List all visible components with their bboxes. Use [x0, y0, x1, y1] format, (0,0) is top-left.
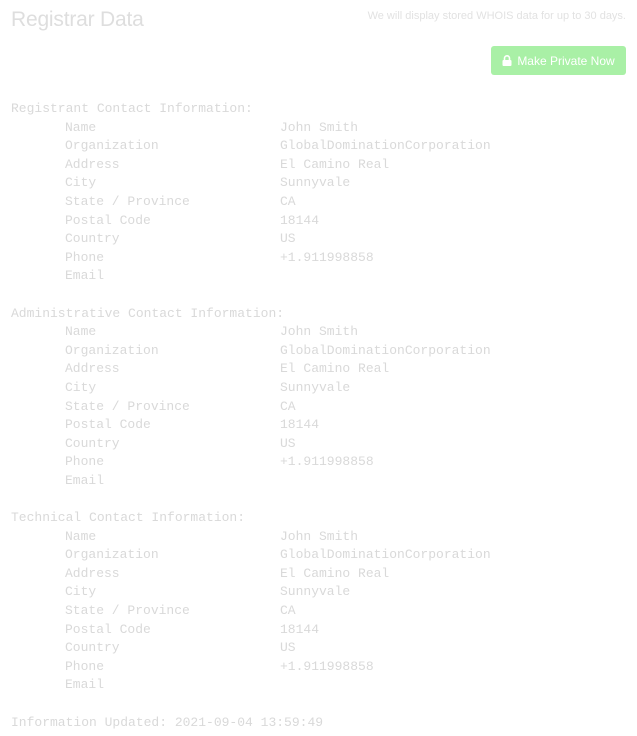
field-value: +1.911998858 [280, 454, 374, 470]
field-value: El Camino Real [280, 156, 390, 172]
field-label: City [65, 175, 97, 191]
retention-note: We will display stored WHOIS data for up… [367, 10, 626, 22]
whois-record: Registrant Contact Information: Name John… [11, 100, 611, 732]
field-row: Address El Camino Real [11, 156, 611, 175]
field-label: State / Province [65, 603, 190, 619]
field-row: Name John Smith [11, 528, 611, 547]
field-value: GlobalDominationCorporation [280, 342, 491, 358]
field-label: Address [65, 361, 120, 377]
field-label: Address [65, 565, 120, 581]
field-row: Name John Smith [11, 323, 611, 342]
field-row: Phone +1.911998858 [11, 658, 611, 677]
field-value: +1.911998858 [280, 658, 374, 674]
lock-icon [502, 55, 512, 66]
field-row: State / Province CA [11, 193, 611, 212]
section-heading: Administrative Contact Information: [11, 305, 285, 321]
field-row: Email [11, 676, 611, 695]
field-value: CA [280, 398, 296, 414]
field-label: Name [65, 119, 97, 135]
field-value: +1.911998858 [280, 249, 374, 265]
registrant-contact-section: Registrant Contact Information: Name John… [11, 100, 611, 286]
section-heading: Technical Contact Information: [11, 510, 246, 526]
field-label: Name [65, 528, 97, 544]
section-heading: Registrant Contact Information: [11, 101, 253, 116]
field-row: Postal Code 18144 [11, 621, 611, 640]
field-row: Organization GlobalDominationCorporation [11, 342, 611, 361]
field-label: Organization [65, 138, 159, 154]
field-label: Organization [65, 342, 159, 358]
field-label: Address [65, 156, 120, 172]
field-row: Address El Camino Real [11, 360, 611, 379]
field-row: Organization GlobalDominationCorporation [11, 137, 611, 156]
field-label: State / Province [65, 193, 190, 209]
field-value: Sunnyvale [280, 379, 351, 395]
page-title: Registrar Data [11, 8, 144, 31]
technical-contact-section: Technical Contact Information: Name John … [11, 509, 611, 695]
field-value [280, 676, 611, 695]
field-value: 18144 [280, 417, 320, 433]
field-label: Country [65, 640, 120, 656]
field-label: Name [65, 324, 97, 340]
field-value: 18144 [280, 621, 320, 637]
field-value: 18144 [280, 212, 320, 228]
field-label: Country [65, 435, 120, 451]
field-label: Country [65, 231, 120, 247]
administrative-contact-section: Administrative Contact Information: Name… [11, 305, 611, 491]
field-row: Country US [11, 639, 611, 658]
field-label: Organization [65, 547, 159, 563]
field-label: Phone [65, 249, 105, 265]
field-row: Address El Camino Real [11, 565, 611, 584]
field-label: Postal Code [65, 212, 151, 228]
field-value: John Smith [280, 528, 359, 544]
information-updated: Information Updated: 2021-09-04 13:59:49 [11, 714, 324, 730]
field-row: Name John Smith [11, 119, 611, 138]
field-value: Sunnyvale [280, 584, 351, 600]
field-label: State / Province [65, 398, 190, 414]
field-value: El Camino Real [280, 565, 390, 581]
field-label: City [65, 379, 97, 395]
field-row: State / Province CA [11, 398, 611, 417]
field-value: John Smith [280, 119, 359, 135]
field-row: Postal Code 18144 [11, 212, 611, 231]
field-value: US [280, 640, 296, 656]
field-row: Phone +1.911998858 [11, 453, 611, 472]
field-label: Phone [65, 658, 105, 674]
field-label: Postal Code [65, 621, 151, 637]
field-value: CA [280, 603, 296, 619]
field-row: Country US [11, 230, 611, 249]
make-private-button[interactable]: Make Private Now [491, 46, 626, 75]
field-row: Email [11, 472, 611, 491]
field-value: US [280, 231, 296, 247]
field-row: Postal Code 18144 [11, 416, 611, 435]
field-value [280, 472, 611, 491]
field-value: CA [280, 193, 296, 209]
field-label: Email [65, 677, 105, 693]
field-label: Phone [65, 454, 105, 470]
field-row: City Sunnyvale [11, 583, 611, 602]
field-value [280, 267, 611, 286]
field-label: Postal Code [65, 417, 151, 433]
field-row: City Sunnyvale [11, 174, 611, 193]
field-row: Country US [11, 435, 611, 454]
field-row: State / Province CA [11, 602, 611, 621]
field-value: US [280, 435, 296, 451]
field-value: John Smith [280, 324, 359, 340]
field-value: GlobalDominationCorporation [280, 547, 491, 563]
field-value: El Camino Real [280, 361, 390, 377]
make-private-label: Make Private Now [517, 53, 615, 68]
field-value: Sunnyvale [280, 175, 351, 191]
field-row: City Sunnyvale [11, 379, 611, 398]
field-label: City [65, 584, 97, 600]
field-row: Email [11, 267, 611, 286]
field-row: Phone +1.911998858 [11, 249, 611, 268]
field-label: Email [65, 472, 105, 488]
field-label: Email [65, 268, 105, 284]
field-value: GlobalDominationCorporation [280, 138, 491, 154]
field-row: Organization GlobalDominationCorporation [11, 546, 611, 565]
